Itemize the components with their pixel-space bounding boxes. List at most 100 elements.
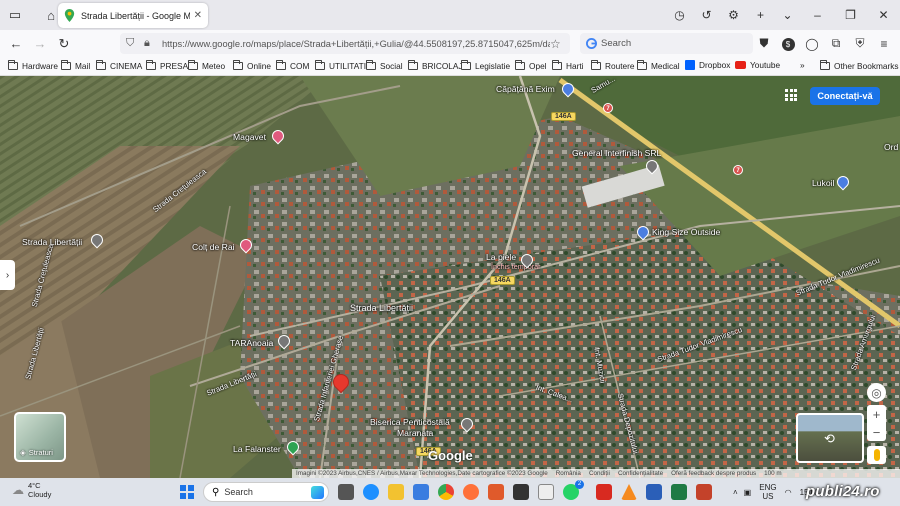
- place-capatana[interactable]: Căpățână Exim: [496, 84, 555, 94]
- place-ord[interactable]: Ord: [884, 142, 898, 152]
- street-view-preview[interactable]: ⟲: [796, 413, 864, 463]
- wifi-icon[interactable]: ◠: [785, 488, 792, 497]
- tab-list-chevron-icon[interactable]: ⌄: [774, 8, 801, 22]
- bookmark-hardware[interactable]: Hardware: [8, 60, 58, 71]
- folder-icon: [637, 60, 647, 70]
- search-field[interactable]: Search: [580, 33, 753, 54]
- pocket-icon[interactable]: ⛊: [752, 36, 776, 51]
- bookmarks-overflow-icon[interactable]: »: [800, 60, 805, 70]
- address-bar[interactable]: ⛉ 🔒︎ https://www.google.ro/maps/place/St…: [120, 33, 570, 54]
- tray-chevron-icon[interactable]: ˄: [733, 488, 738, 497]
- app-icon[interactable]: [513, 484, 529, 500]
- bookmark-cinema[interactable]: CINEMA: [96, 60, 142, 71]
- bookmark-routere[interactable]: Routere: [591, 60, 635, 71]
- menu-icon[interactable]: ≡: [872, 37, 896, 51]
- bookmark-medical[interactable]: Medical: [637, 60, 680, 71]
- expand-panel-chevron-icon[interactable]: ›: [0, 260, 15, 290]
- weather-widget[interactable]: ☁ 4°C Cloudy: [12, 481, 51, 499]
- bookmark-star-icon[interactable]: ☆: [550, 37, 570, 51]
- window-controls: ◷ ↺ ⚙ + ⌄ – ❐ ✕: [666, 0, 900, 30]
- word-icon[interactable]: [646, 484, 662, 500]
- file-explorer-icon[interactable]: [388, 484, 404, 500]
- place-magavet[interactable]: Magavet: [233, 132, 266, 142]
- bookmark-com[interactable]: COM: [276, 60, 309, 71]
- history-clock-icon[interactable]: ◷: [666, 8, 693, 22]
- restore-session-icon[interactable]: ↺: [693, 8, 720, 22]
- place-lukoil[interactable]: Lukoil: [812, 178, 834, 188]
- active-tab[interactable]: Strada Libertății - Google Maps ✕: [58, 3, 208, 28]
- place-la-piele[interactable]: La piele: [486, 252, 516, 262]
- task-view-icon[interactable]: [338, 484, 354, 500]
- bookmark-online[interactable]: Online: [233, 60, 271, 71]
- start-windows-icon[interactable]: [180, 485, 194, 499]
- bookmark-bricolaj[interactable]: BRICOLAJ: [408, 60, 463, 71]
- folder-icon: [96, 60, 106, 70]
- route-shield-7: 7: [603, 103, 613, 113]
- shield-icon[interactable]: ⛉: [126, 37, 144, 50]
- bing-icon: [311, 485, 324, 499]
- bookmark-presa[interactable]: PRESA: [146, 60, 188, 71]
- close-window-icon[interactable]: ✕: [867, 8, 900, 22]
- bookmark-dropbox[interactable]: Dropbox: [685, 60, 730, 70]
- place-taranoaia[interactable]: TARAnoaia: [230, 338, 273, 348]
- close-tab-icon[interactable]: ✕: [194, 10, 202, 21]
- edge-icon[interactable]: [363, 484, 379, 500]
- bookmark-opel[interactable]: Opel: [515, 60, 547, 71]
- account-icon[interactable]: ◯: [800, 37, 824, 51]
- sign-in-button[interactable]: Conectați-vă: [810, 87, 880, 105]
- url-text[interactable]: https://www.google.ro/maps/place/Strada+…: [162, 39, 550, 49]
- new-tab-icon[interactable]: +: [747, 8, 774, 22]
- language-indicator[interactable]: ENG US: [759, 483, 776, 501]
- place-colt-de-rai[interactable]: Colț de Rai: [192, 242, 235, 252]
- folder-icon: [820, 60, 830, 70]
- bookmark-social[interactable]: Social: [366, 60, 403, 71]
- settings-gear-icon[interactable]: ⚙: [720, 8, 747, 22]
- shield-extension-icon[interactable]: ⛨: [848, 36, 872, 51]
- folder-icon: [8, 60, 18, 70]
- lock-icon[interactable]: 🔒︎: [144, 37, 162, 50]
- my-location-icon[interactable]: ◎: [867, 383, 886, 402]
- minimize-icon[interactable]: –: [801, 8, 834, 22]
- satellite-map[interactable]: Strada Crețuleasca Strada Crețuleasca St…: [0, 76, 900, 478]
- chrome-icon[interactable]: [438, 484, 454, 500]
- bookmark-harti[interactable]: Harti: [552, 60, 584, 71]
- powerpoint-icon[interactable]: [696, 484, 712, 500]
- firefox-icon[interactable]: [463, 484, 479, 500]
- bookmark-meteo[interactable]: Meteo: [188, 60, 225, 71]
- bookmark-other[interactable]: Other Bookmarks: [820, 60, 899, 71]
- watermark: publi24.ro: [806, 483, 880, 500]
- app-icon[interactable]: [488, 484, 504, 500]
- folder-icon: [276, 60, 286, 70]
- app-icon[interactable]: [538, 484, 554, 500]
- reload-icon[interactable]: ↻: [52, 36, 76, 52]
- pegman-icon[interactable]: [867, 446, 886, 464]
- back-icon[interactable]: ←: [4, 36, 28, 51]
- mail-app-icon[interactable]: [413, 484, 429, 500]
- place-general-interfinish[interactable]: General Interfinish SRL: [572, 148, 661, 158]
- place-biserica-sub[interactable]: Maranata: [397, 428, 433, 438]
- extensions-icon[interactable]: ⧉: [824, 36, 848, 51]
- excel-icon[interactable]: [671, 484, 687, 500]
- zoom-out-button[interactable]: −: [867, 423, 886, 441]
- bookmark-youtube[interactable]: Youtube: [735, 60, 780, 70]
- forward-icon[interactable]: →: [28, 36, 52, 51]
- layers-button[interactable]: ◈ Straturi: [14, 412, 66, 462]
- tray-app-icon[interactable]: ▣: [744, 488, 752, 497]
- place-biserica[interactable]: Biserica Penticostală: [370, 417, 450, 427]
- bookmark-utilitati[interactable]: UTILITATI: [315, 60, 366, 71]
- place-la-falanster[interactable]: La Falanster: [233, 444, 281, 454]
- apps-grid-icon[interactable]: [785, 89, 797, 101]
- bookmark-mail[interactable]: Mail: [61, 60, 90, 71]
- nav-right-tools: ⛊ $ ◯ ⧉ ⛨ ≡: [752, 30, 896, 57]
- place-strada-libertatii[interactable]: Strada Libertății: [22, 237, 82, 247]
- dollar-extension-icon[interactable]: $: [776, 36, 800, 51]
- place-king-size[interactable]: King Size Outside: [652, 227, 720, 237]
- selected-place-label[interactable]: Strada Libertății: [350, 303, 413, 313]
- screen: ▭ ⌂ Strada Libertății - Google Maps ✕ ◷ …: [0, 0, 900, 506]
- taskbar-search[interactable]: ⚲ Search: [203, 482, 329, 502]
- acrobat-icon[interactable]: [596, 484, 612, 500]
- tab-overview-icon[interactable]: ▭: [4, 4, 26, 26]
- zoom-in-button[interactable]: +: [867, 405, 886, 423]
- bookmark-legislatie[interactable]: Legislatie: [461, 60, 510, 71]
- maximize-icon[interactable]: ❐: [834, 8, 867, 22]
